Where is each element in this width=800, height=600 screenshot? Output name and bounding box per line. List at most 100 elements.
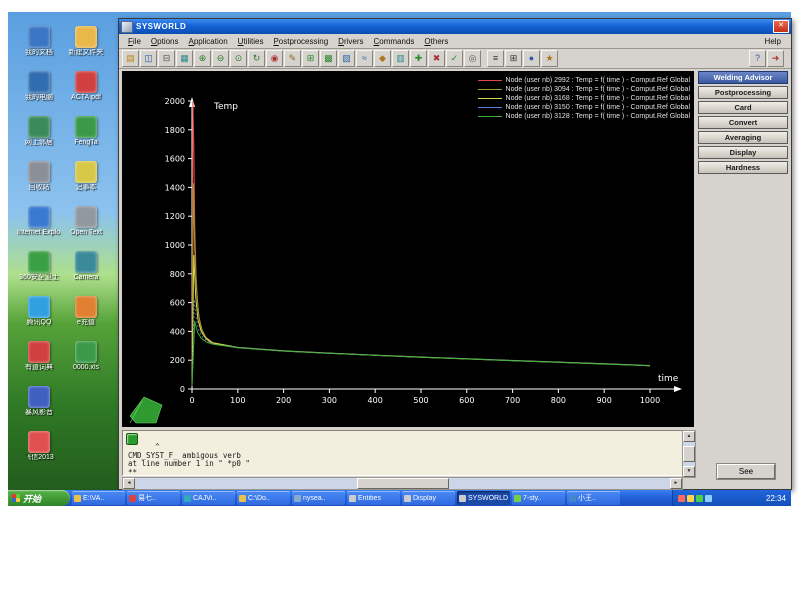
series-node-3150 xyxy=(191,299,651,386)
menu-application[interactable]: Application xyxy=(184,37,233,46)
scroll-up-icon[interactable]: ▲ xyxy=(683,431,695,442)
taskbar-task-sysworld[interactable]: SYSWORLD xyxy=(457,491,510,505)
exit-icon[interactable]: ➜ xyxy=(767,50,784,67)
taskbar-task-nysea[interactable]: nysea.. xyxy=(292,491,345,505)
desktop-icon-youdao[interactable]: 有道词典 xyxy=(17,341,61,372)
desktop-icon-label: 我的电脑 xyxy=(25,94,53,101)
panel-button-welding-advisor[interactable]: Welding Advisor xyxy=(698,71,788,84)
desktop-icon-camera[interactable]: Camera xyxy=(64,251,108,282)
apply-icon[interactable]: ✓ xyxy=(446,50,463,67)
volume-icon[interactable] xyxy=(705,494,712,502)
legend-line-node-3128 xyxy=(477,116,502,117)
desktop-icon-my-computer[interactable]: 我的电脑 xyxy=(17,71,61,102)
display-icon xyxy=(404,494,411,502)
see-button[interactable]: See xyxy=(716,463,776,480)
panel-button-averaging[interactable]: Averaging xyxy=(698,131,788,144)
menu-utilities[interactable]: Utilities xyxy=(233,37,269,46)
desktop-icon-network-places[interactable]: 网上邻居 xyxy=(17,116,61,147)
desktop-icon-xls-0000[interactable]: 0000.xls xyxy=(64,341,108,372)
help-cursor-icon[interactable]: ? xyxy=(749,50,766,67)
desktop-icon-open-text[interactable]: Open Text xyxy=(64,206,108,237)
info-icon[interactable]: ● xyxy=(523,50,540,67)
node-list-icon[interactable]: ≡ xyxy=(487,50,504,67)
panel-button-card[interactable]: Card xyxy=(698,101,788,114)
settings-icon[interactable]: ▦ xyxy=(176,50,193,67)
desktop-icon-my-documents[interactable]: 我的文档 xyxy=(17,26,61,57)
desktop-icon-baofeng[interactable]: 暴风影音 xyxy=(17,386,61,417)
panel-button-hardness[interactable]: Hardness xyxy=(698,161,788,174)
console-vertical-scrollbar[interactable]: ▲ ▼ xyxy=(682,430,696,478)
zoom-out-icon[interactable]: ⊖ xyxy=(212,50,229,67)
tools-icon[interactable]: ★ xyxy=(541,50,558,67)
scroll-down-icon[interactable]: ▼ xyxy=(683,466,695,477)
close-icon[interactable]: ✕ xyxy=(773,20,789,33)
horizontal-scroll-thumb[interactable] xyxy=(356,478,449,489)
save-icon[interactable]: ◫ xyxy=(140,50,157,67)
zoom-in-icon[interactable]: ⊕ xyxy=(194,50,211,67)
menu-drivers[interactable]: Drivers xyxy=(333,37,368,46)
console-horizontal-scrollbar[interactable]: ◄ ► xyxy=(122,477,683,490)
open-file-icon[interactable]: ▤ xyxy=(122,50,139,67)
desktop-icon-e-charge[interactable]: e充值 xyxy=(64,296,108,327)
desktop-icon-acta-pdf[interactable]: ACTA.pdf xyxy=(64,71,108,102)
snapshot-icon[interactable]: ◎ xyxy=(464,50,481,67)
panel-buttons: Welding Advisor Postprocessing Card Convert… xyxy=(697,71,789,174)
contour-icon[interactable]: ▧ xyxy=(338,50,355,67)
panel-button-convert[interactable]: Convert xyxy=(698,116,788,129)
network-status-icon[interactable] xyxy=(687,494,694,502)
taskbar-task-cdo-folder[interactable]: C:\Do.. xyxy=(237,491,290,505)
layers-icon[interactable]: ▥ xyxy=(392,50,409,67)
legend-item-node-3150: Node (user nb) 3150 : Temp = f( time ) -… xyxy=(477,103,690,112)
taskbar-task-seven-sty[interactable]: 7-sty.. xyxy=(512,491,565,505)
taskbar-task-eva-folder[interactable]: E:\VA.. xyxy=(72,491,125,505)
menu-file[interactable]: File xyxy=(123,37,146,46)
desktop-icon-notepad[interactable]: 记事本 xyxy=(64,161,108,192)
desktop-icon-label: Camera xyxy=(73,274,99,281)
legend-line-node-3168 xyxy=(477,98,502,99)
table-icon[interactable]: ⊞ xyxy=(505,50,522,67)
titlebar[interactable]: SYSWORLD ✕ xyxy=(119,19,791,34)
baofeng-icon xyxy=(28,386,50,408)
rotate-icon[interactable]: ↻ xyxy=(248,50,265,67)
desktop-icon-recycle-bin[interactable]: 回收站 xyxy=(17,161,61,192)
taskbar-task-xiaowang[interactable]: 小王.. xyxy=(567,491,620,505)
menu-postprocessing[interactable]: Postprocessing xyxy=(268,37,333,46)
desktop-icon-qq[interactable]: 腾讯QQ xyxy=(17,296,61,327)
scroll-left-icon[interactable]: ◄ xyxy=(123,478,135,489)
desktop-icon-new-folder[interactable]: 新建文件夹 xyxy=(64,26,108,57)
start-button[interactable]: 开始 xyxy=(8,490,70,506)
sysworld-icon xyxy=(459,494,466,502)
edit-icon[interactable]: ✎ xyxy=(284,50,301,67)
mesh-icon[interactable]: ▩ xyxy=(320,50,337,67)
menu-others[interactable]: Others xyxy=(419,37,453,46)
menu-commands[interactable]: Commands xyxy=(369,37,420,46)
desktop-icon-internet-explorer[interactable]: Internet Explorer xyxy=(17,206,61,237)
y-tick-label: 600 xyxy=(170,299,185,308)
antivirus-icon[interactable] xyxy=(696,494,703,502)
panel-button-display[interactable]: Display xyxy=(698,146,788,159)
taskbar-task-yiqi[interactable]: 易七.. xyxy=(127,491,180,505)
select-node-icon[interactable]: ◉ xyxy=(266,50,283,67)
messenger-icon[interactable] xyxy=(678,494,685,502)
legend-line-node-3094 xyxy=(477,89,502,90)
panel-button-postprocessing[interactable]: Postprocessing xyxy=(698,86,788,99)
delete-icon[interactable]: ✖ xyxy=(428,50,445,67)
fit-view-icon[interactable]: ⊙ xyxy=(230,50,247,67)
desktop-icon-safe360[interactable]: 360安全卫士 xyxy=(17,251,61,282)
desktop-icon-fetion[interactable]: 飞信2013 xyxy=(17,431,61,462)
vertical-scroll-thumb[interactable] xyxy=(683,446,695,462)
scroll-right-icon[interactable]: ► xyxy=(670,478,682,489)
taskbar-task-entities[interactable]: Entities xyxy=(347,491,400,505)
taskbar-task-display[interactable]: Display xyxy=(402,491,455,505)
menu-options[interactable]: Options xyxy=(146,37,184,46)
palette-icon[interactable]: ◆ xyxy=(374,50,391,67)
desktop-icon-label: 新建文件夹 xyxy=(68,49,104,56)
console-output[interactable]: ^ CMD_SYST_F_ ambigous verb at line numb… xyxy=(122,430,683,476)
taskbar-task-cajviewer[interactable]: CAJVi.. xyxy=(182,491,235,505)
curves-icon[interactable]: ≈ xyxy=(356,50,373,67)
add-icon[interactable]: ✚ xyxy=(410,50,427,67)
desktop-icon-fengta[interactable]: FengTa xyxy=(64,116,108,147)
grid-icon[interactable]: ⊞ xyxy=(302,50,319,67)
menu-help[interactable]: Help xyxy=(759,37,787,46)
print-icon[interactable]: ⊟ xyxy=(158,50,175,67)
